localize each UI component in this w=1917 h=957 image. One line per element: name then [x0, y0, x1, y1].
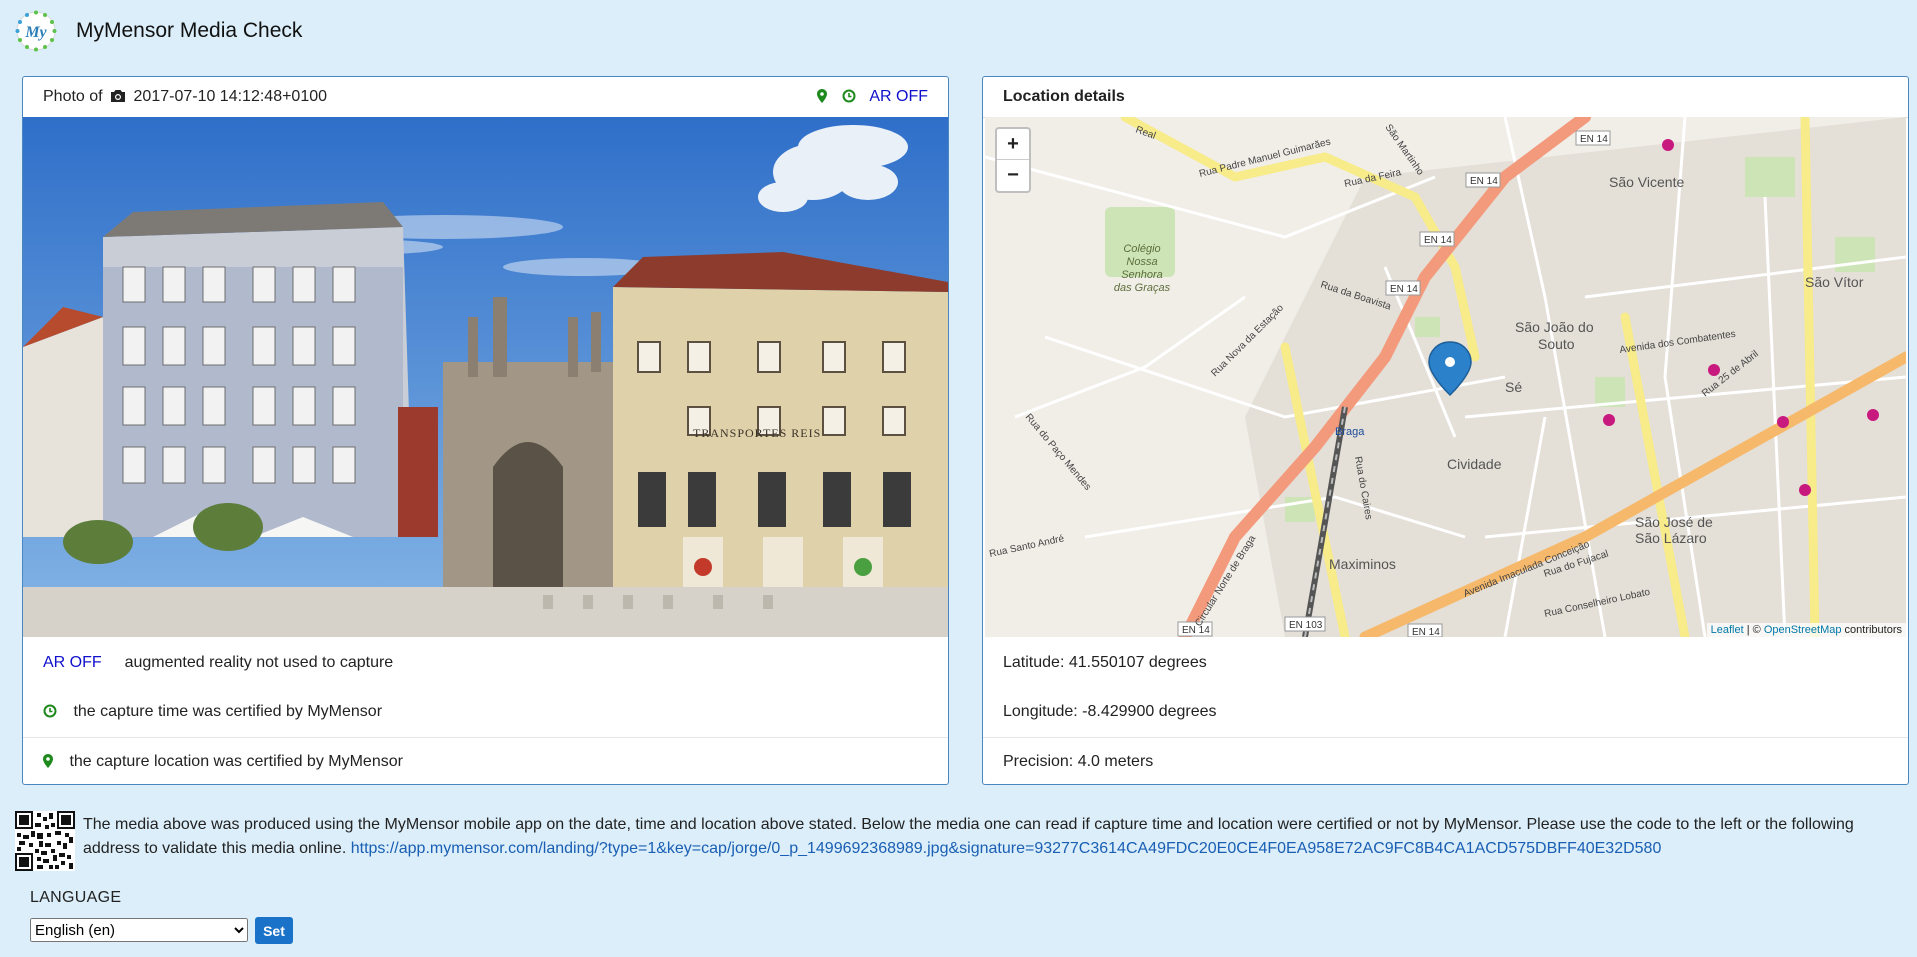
camera-icon	[111, 90, 126, 102]
openstreetmap-link[interactable]: OpenStreetMap	[1764, 624, 1842, 636]
photo-panel-header: Photo of 2017-07-10 14:12:48+0100 AR OFF	[23, 77, 948, 118]
validation-link[interactable]: https://app.mymensor.com/landing/?type=1…	[351, 840, 1662, 857]
zoom-in-button[interactable]: +	[997, 129, 1029, 160]
ar-status: AR OFF	[869, 88, 928, 105]
latitude-row: Latitude: 41.550107 degrees	[983, 639, 1908, 688]
clock-icon	[842, 89, 856, 103]
photo-panel: Photo of 2017-07-10 14:12:48+0100 AR OFF	[22, 76, 949, 785]
map-marker-icon	[817, 89, 828, 103]
svg-text:EN 14: EN 14	[1424, 235, 1452, 246]
svg-text:Senhora: Senhora	[1121, 269, 1163, 281]
language-label: LANGUAGE	[30, 889, 122, 906]
svg-text:EN 14: EN 14	[1580, 134, 1608, 145]
set-language-button[interactable]: Set	[255, 917, 293, 944]
svg-text:Braga: Braga	[1335, 426, 1365, 438]
svg-text:Sé: Sé	[1505, 379, 1522, 395]
mymensor-logo: My	[15, 10, 57, 52]
svg-text:Nossa: Nossa	[1126, 256, 1157, 268]
location-certified-row: the capture location was certified by My…	[23, 737, 948, 786]
precision-row: Precision: 4.0 meters	[983, 737, 1908, 786]
app-title: MyMensor Media Check	[76, 19, 303, 42]
svg-text:Cividade: Cividade	[1447, 456, 1502, 472]
longitude-row: Longitude: -8.429900 degrees	[983, 688, 1908, 737]
svg-text:EN 14: EN 14	[1412, 627, 1440, 637]
photo-datetime: 2017-07-10 14:12:48+0100	[133, 88, 328, 105]
svg-text:Souto: Souto	[1538, 336, 1575, 352]
map-attribution: Leaflet | © OpenStreetMap contributors	[1706, 623, 1906, 637]
time-certified-text: the capture time was certified by MyMens…	[73, 703, 383, 720]
svg-text:Maximinos: Maximinos	[1329, 556, 1396, 572]
svg-text:Colégio: Colégio	[1123, 243, 1160, 255]
captured-photo: TRANSPORTES REIS	[23, 117, 948, 637]
photo-header-status: AR OFF	[817, 88, 928, 106]
attribution-separator: | ©	[1743, 624, 1764, 636]
footer: The media above was produced using the M…	[0, 796, 1917, 957]
latitude-text: Latitude: 41.550107 degrees	[1003, 654, 1207, 671]
ar-status-label: AR OFF	[43, 654, 102, 671]
location-panel-header: Location details	[983, 77, 1908, 118]
svg-text:EN 14: EN 14	[1390, 284, 1418, 295]
svg-text:My: My	[24, 24, 47, 41]
svg-text:EN 14: EN 14	[1182, 625, 1210, 636]
svg-text:São José de: São José de	[1635, 514, 1713, 530]
svg-text:São Lázaro: São Lázaro	[1635, 530, 1707, 546]
footer-note: The media above was produced using the M…	[83, 813, 1893, 861]
qr-code[interactable]	[15, 811, 75, 871]
location-panel: Location details EN 14 EN 14 EN 14 EN 14…	[982, 76, 1909, 785]
leaflet-link[interactable]: Leaflet	[1711, 624, 1744, 636]
street-sign-text: TRANSPORTES REIS	[693, 426, 821, 440]
photo-header-title: Photo of 2017-07-10 14:12:48+0100	[43, 88, 327, 106]
map-zoom-control: + −	[995, 127, 1031, 193]
clock-icon	[43, 704, 57, 718]
ar-status-row: AR OFF augmented reality not used to cap…	[23, 639, 948, 688]
location-panel-title: Location details	[1003, 88, 1125, 105]
longitude-text: Longitude: -8.429900 degrees	[1003, 703, 1217, 720]
attribution-suffix: contributors	[1841, 624, 1902, 636]
precision-text: Precision: 4.0 meters	[1003, 753, 1154, 770]
svg-text:EN 103: EN 103	[1289, 620, 1323, 631]
svg-text:São Vicente: São Vicente	[1609, 174, 1684, 190]
location-map[interactable]: EN 14 EN 14 EN 14 EN 14 EN 14 EN 103 EN …	[985, 117, 1906, 637]
svg-text:São João do: São João do	[1515, 319, 1594, 335]
location-certified-text: the capture location was certified by My…	[69, 753, 403, 770]
ar-status-text: augmented reality not used to capture	[124, 654, 394, 671]
top-bar: My MyMensor Media Check	[0, 0, 1917, 64]
language-select[interactable]: English (en)	[30, 918, 248, 942]
time-certified-row: the capture time was certified by MyMens…	[23, 688, 948, 737]
map-marker-icon	[43, 754, 53, 768]
svg-text:São Vítor: São Vítor	[1805, 274, 1864, 290]
zoom-out-button[interactable]: −	[997, 160, 1029, 190]
svg-text:EN 14: EN 14	[1470, 176, 1498, 187]
photo-title-prefix: Photo of	[43, 88, 103, 105]
svg-text:das Graças: das Graças	[1114, 282, 1171, 294]
